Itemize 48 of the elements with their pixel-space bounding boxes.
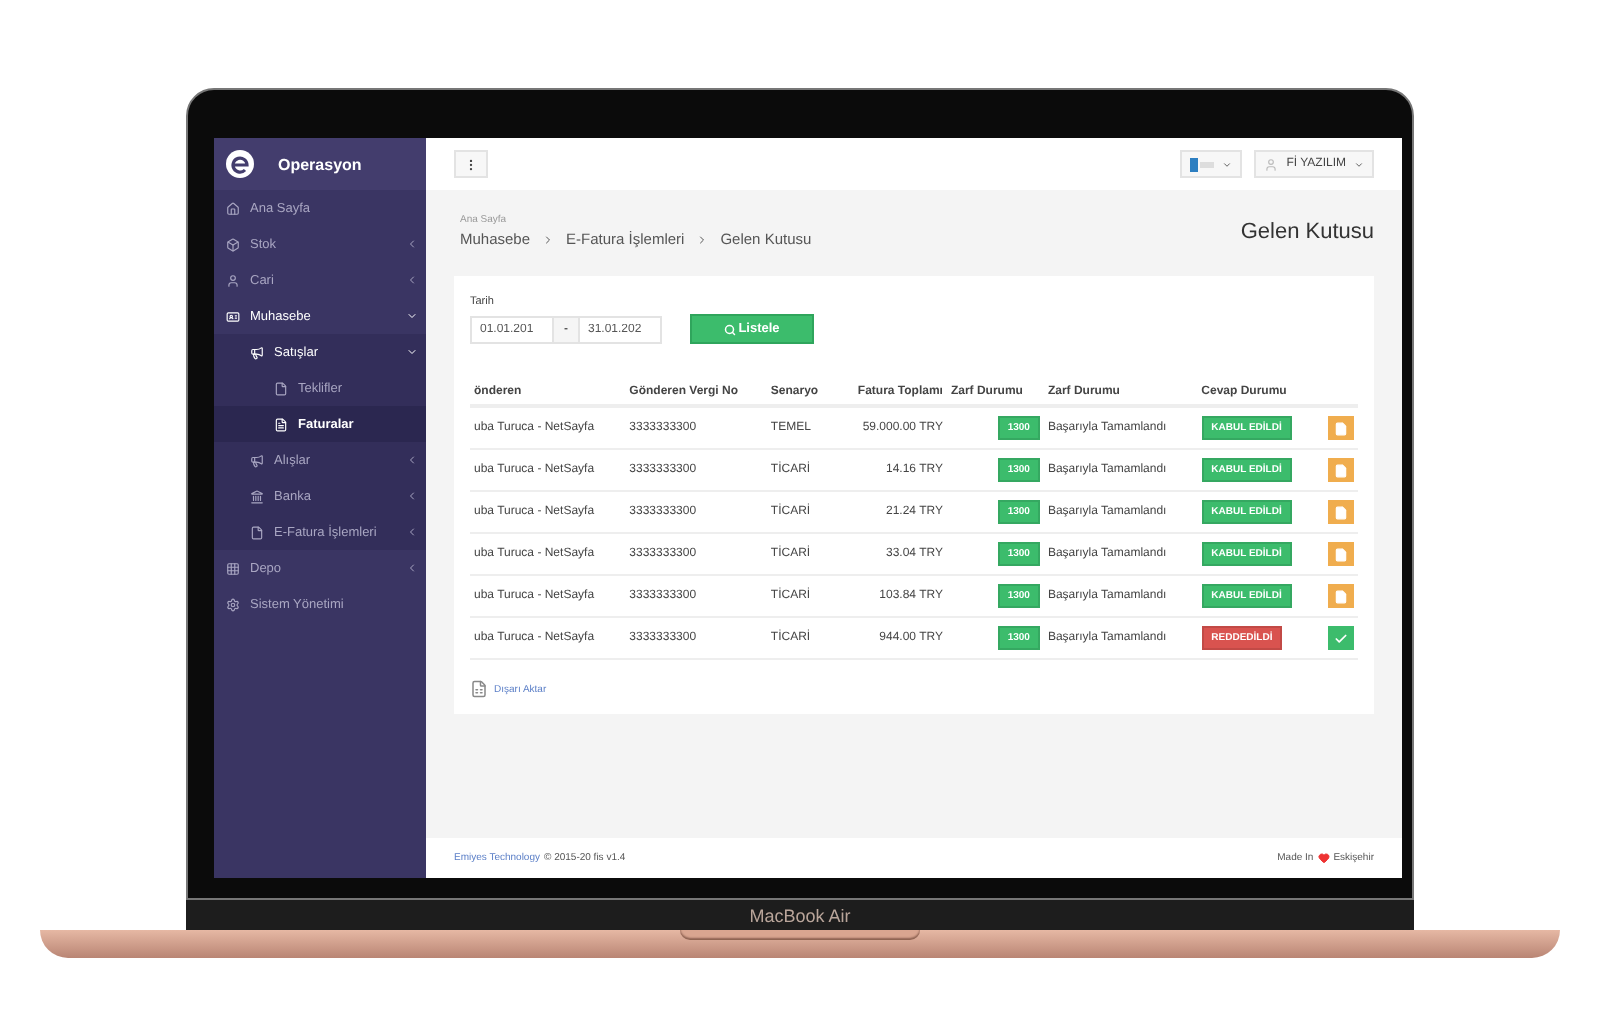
user-icon bbox=[226, 273, 240, 287]
chevron-icon bbox=[406, 238, 418, 250]
id-card-icon bbox=[226, 309, 240, 323]
document-button[interactable] bbox=[1328, 542, 1354, 566]
device-label: MacBook Air bbox=[749, 905, 851, 925]
home-icon bbox=[226, 201, 240, 215]
page-title: Gelen Kutusu bbox=[1240, 219, 1374, 243]
flag-icon bbox=[1190, 157, 1215, 171]
chevron-icon bbox=[542, 233, 555, 245]
grid-icon bbox=[226, 561, 240, 575]
document-button[interactable] bbox=[1328, 584, 1354, 608]
document-icon bbox=[1334, 421, 1348, 435]
check-icon bbox=[1334, 631, 1348, 645]
app-title: Operasyon bbox=[278, 155, 362, 173]
document-icon bbox=[1334, 589, 1348, 603]
language-dropdown[interactable] bbox=[1180, 150, 1243, 178]
chevron-icon bbox=[406, 562, 418, 574]
chevron-icon bbox=[406, 310, 418, 322]
document-icon bbox=[274, 417, 288, 431]
chevron-icon bbox=[406, 526, 418, 538]
document-button[interactable] bbox=[1328, 416, 1354, 440]
chevron-icon bbox=[696, 233, 709, 245]
chevron-icon bbox=[406, 454, 418, 466]
search-icon bbox=[724, 323, 737, 335]
document-icon bbox=[1334, 547, 1348, 561]
chevron-icon bbox=[406, 274, 418, 286]
document-button[interactable] bbox=[1328, 458, 1354, 482]
megaphone-icon bbox=[250, 345, 264, 359]
document-button[interactable] bbox=[1328, 500, 1354, 524]
chevron-icon bbox=[406, 346, 418, 358]
spreadsheet-icon bbox=[470, 680, 488, 698]
box-icon bbox=[226, 237, 240, 251]
heart-icon bbox=[1317, 852, 1330, 864]
user-icon bbox=[1264, 157, 1279, 171]
caret-icon bbox=[1222, 159, 1233, 169]
document-icon bbox=[1334, 505, 1348, 519]
logo-icon bbox=[226, 150, 254, 178]
more-icon bbox=[464, 157, 478, 171]
chevron-icon bbox=[406, 490, 418, 502]
menu-button[interactable] bbox=[454, 150, 488, 178]
bank-icon bbox=[250, 489, 264, 503]
file-icon bbox=[274, 381, 288, 395]
megaphone-icon bbox=[250, 453, 264, 467]
settings-icon bbox=[226, 597, 240, 611]
document-icon bbox=[1334, 463, 1348, 477]
confirm-button[interactable] bbox=[1328, 626, 1354, 650]
file-icon bbox=[250, 525, 264, 539]
caret-icon bbox=[1354, 159, 1364, 169]
